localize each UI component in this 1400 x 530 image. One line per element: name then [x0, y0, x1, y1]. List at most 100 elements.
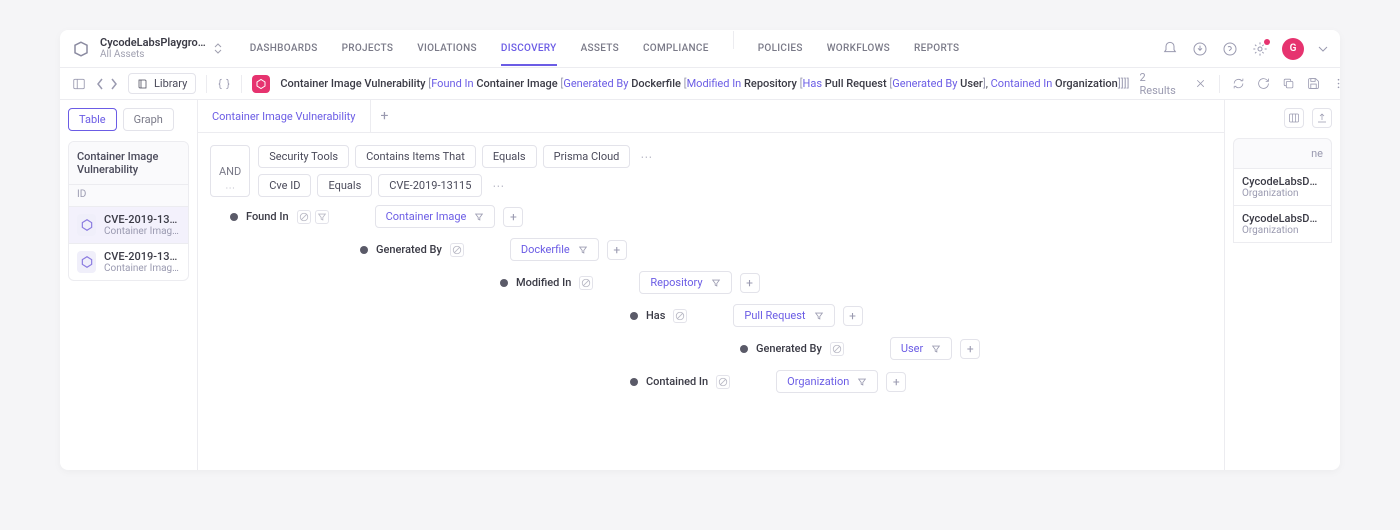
nav-workflows[interactable]: WORKFLOWS — [827, 31, 890, 66]
nav-discovery[interactable]: DISCOVERY — [501, 31, 557, 66]
braces-icon[interactable] — [217, 77, 231, 91]
condition-op[interactable]: Equals — [317, 174, 372, 197]
querybar-left: Library Container Image Vulnerability [F… — [72, 73, 1129, 94]
filter-icon[interactable] — [814, 311, 824, 321]
nav-reports[interactable]: REPORTS — [914, 31, 959, 66]
view-table-button[interactable]: Table — [68, 108, 117, 131]
more-icon[interactable]: ⋯ — [488, 179, 508, 193]
nav-dashboards[interactable]: DASHBOARDS — [250, 31, 318, 66]
right-column-header: ne — [1233, 138, 1332, 169]
result-row[interactable]: CVE-2019-13115Container Image V… — [69, 243, 188, 280]
block-icon[interactable] — [673, 309, 687, 323]
filter-icon[interactable] — [857, 377, 867, 387]
logo-icon — [72, 40, 90, 58]
q-divider-2 — [241, 75, 242, 93]
avatar[interactable]: G — [1282, 38, 1304, 60]
filter-icon[interactable] — [931, 344, 941, 354]
add-relation-button[interactable]: + — [740, 273, 760, 293]
entity-label: User — [901, 342, 923, 355]
chain-dot-icon — [230, 213, 238, 221]
library-button[interactable]: Library — [128, 73, 196, 94]
panel-toggle-icon[interactable] — [72, 77, 86, 91]
condition-field[interactable]: Security Tools — [258, 145, 349, 168]
main-nav: DASHBOARDS PROJECTS VIOLATIONS DISCOVERY… — [250, 31, 960, 66]
close-icon[interactable] — [1194, 77, 1207, 91]
entity-pill[interactable]: Container Image — [375, 205, 496, 228]
result-row[interactable]: CVE-2019-13115Container Image V… — [69, 206, 188, 243]
filter-icon[interactable] — [315, 210, 329, 224]
block-icon[interactable] — [830, 342, 844, 356]
avatar-chevron-icon[interactable] — [1318, 46, 1328, 52]
entity-pill[interactable]: Pull Request — [733, 304, 834, 327]
relation-label: Modified In — [516, 276, 571, 289]
querybar: Library Container Image Vulnerability [F… — [60, 68, 1340, 100]
filter-icon[interactable] — [711, 278, 721, 288]
builder-tab[interactable]: Container Image Vulnerability — [198, 100, 371, 132]
querybar-right: 2 Results — [1139, 71, 1340, 97]
entity-label: Organization — [787, 375, 849, 388]
block-icon[interactable] — [297, 210, 311, 224]
condition-op[interactable]: Contains Items That — [355, 145, 476, 168]
panel-title: Container Image Vulnerability — [69, 142, 188, 184]
org-name: CycodeLabsPlaygro… — [100, 37, 206, 49]
condition-value[interactable]: CVE-2019-13115 — [378, 174, 482, 197]
chain-dot-icon — [500, 279, 508, 287]
block-icon[interactable] — [716, 375, 730, 389]
entity-pill[interactable]: User — [890, 337, 952, 360]
org-chevron-icon[interactable] — [214, 43, 222, 54]
add-relation-button[interactable]: + — [843, 306, 863, 326]
nav-projects[interactable]: PROJECTS — [342, 31, 394, 66]
nav-compliance[interactable]: COMPLIANCE — [643, 31, 709, 66]
add-relation-button[interactable]: + — [960, 339, 980, 359]
add-tab-button[interactable]: + — [371, 100, 399, 132]
more-icon[interactable]: ⋯ — [636, 150, 656, 164]
entity-pill[interactable]: Dockerfile — [510, 238, 599, 261]
export-icon[interactable] — [1312, 108, 1332, 128]
chain-node: Found In Container Image + — [230, 205, 1212, 228]
filter-icon[interactable] — [578, 245, 588, 255]
nav-policies[interactable]: POLICIES — [758, 31, 803, 66]
q-divider — [206, 75, 207, 93]
relation-label: Generated By — [756, 342, 822, 355]
filter-icon[interactable] — [474, 212, 484, 222]
add-relation-button[interactable]: + — [503, 207, 523, 227]
add-relation-button[interactable]: + — [886, 372, 906, 392]
right-tools — [1233, 108, 1332, 128]
download-icon[interactable] — [1192, 41, 1208, 57]
view-graph-button[interactable]: Graph — [123, 108, 174, 131]
copy-icon[interactable] — [1282, 77, 1295, 91]
chain-node: Generated By User + — [740, 337, 1212, 360]
columns-icon[interactable] — [1284, 108, 1304, 128]
refresh-icon[interactable] — [1232, 77, 1245, 91]
kebab-icon[interactable] — [1332, 77, 1340, 91]
org-row[interactable]: CycodeLabsDemo Organization — [1233, 206, 1332, 243]
relation-label: Generated By — [376, 243, 442, 256]
org-selector[interactable]: CycodeLabsPlaygro… All Assets — [100, 37, 206, 60]
forward-icon[interactable] — [110, 78, 118, 90]
topbar: CycodeLabsPlaygro… All Assets DASHBOARDS… — [60, 30, 1340, 68]
settings-icon[interactable] — [1252, 41, 1268, 57]
nav-assets[interactable]: ASSETS — [581, 31, 619, 66]
bell-icon[interactable] — [1162, 41, 1178, 57]
view-toggle: Table Graph — [68, 108, 189, 131]
block-icon[interactable] — [450, 243, 464, 257]
block-icon[interactable] — [579, 276, 593, 290]
entity-pill[interactable]: Organization — [776, 370, 878, 393]
save-icon[interactable] — [1307, 77, 1320, 91]
entity-label: Dockerfile — [521, 243, 570, 256]
query-breadcrumb[interactable]: Container Image Vulnerability [Found In … — [280, 77, 1129, 90]
chain-dot-icon — [630, 378, 638, 386]
condition-op2[interactable]: Equals — [482, 145, 537, 168]
org-row[interactable]: CycodeLabsDemo Organization — [1233, 169, 1332, 206]
entity-pill[interactable]: Repository — [639, 271, 731, 294]
back-icon[interactable] — [96, 78, 104, 90]
help-icon[interactable] — [1222, 41, 1238, 57]
nav-violations[interactable]: VIOLATIONS — [417, 31, 477, 66]
condition-field[interactable]: Cve ID — [258, 174, 311, 197]
add-relation-button[interactable]: + — [607, 240, 627, 260]
reload-icon[interactable] — [1257, 77, 1270, 91]
and-operator[interactable]: AND⋯ — [210, 145, 250, 197]
condition-value[interactable]: Prisma Cloud — [543, 145, 631, 168]
vulnerability-row-icon — [77, 214, 96, 236]
builder-tabs: Container Image Vulnerability + — [198, 100, 1224, 133]
